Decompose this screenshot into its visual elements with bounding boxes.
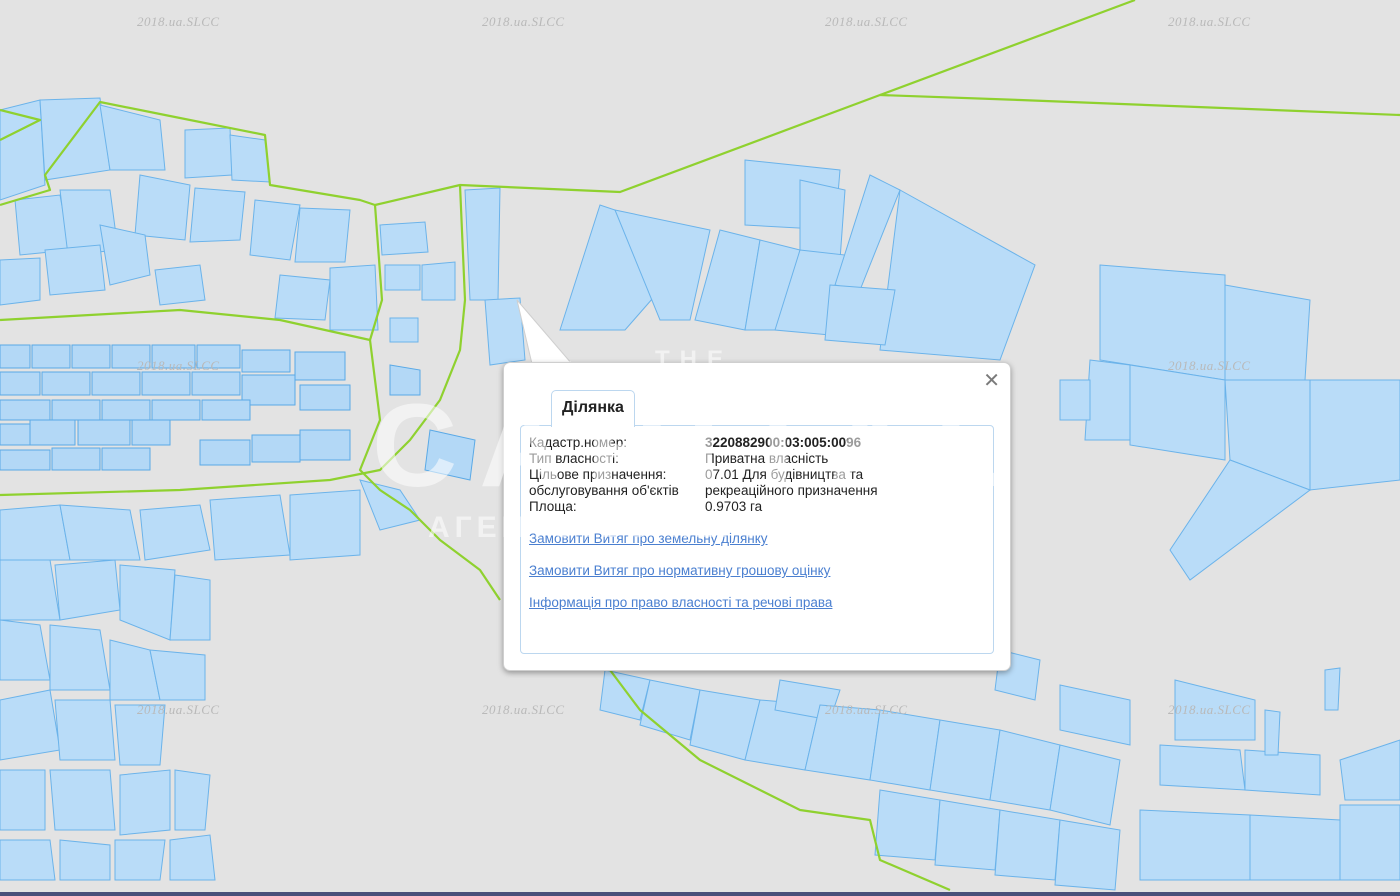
map-watermark: 2018.ua.SLCC bbox=[482, 702, 565, 717]
map-watermark: 2018.ua.SLCC bbox=[137, 14, 220, 29]
purpose-value: 07.01 Для будівництва та рекреаційного п… bbox=[705, 467, 878, 498]
map-watermark: 2018.ua.SLCC bbox=[825, 702, 908, 717]
map-watermark: 2018.ua.SLCC bbox=[825, 14, 908, 29]
map-watermark: 2018.ua.SLCC bbox=[1168, 358, 1251, 373]
map-watermark: 2018.ua.SLCC bbox=[1168, 702, 1251, 717]
ownership-type-value: Приватна власність bbox=[705, 451, 829, 466]
map-watermark: 2018.ua.SLCC bbox=[1168, 14, 1251, 29]
area-value: 0.9703 га bbox=[705, 499, 763, 514]
map-watermark: 2018.ua.SLCC bbox=[137, 702, 220, 717]
map-watermark: 2018.ua.SLCC bbox=[137, 358, 220, 373]
tab-parcel[interactable]: Ділянка bbox=[551, 390, 635, 427]
field-label: Цільове призначення: обслуговування об'є… bbox=[529, 467, 679, 498]
order-land-extract-link[interactable]: Замовити Витяг про земельну ділянку bbox=[529, 531, 768, 546]
parcel-details-panel: Кадастр.номер: 3220882900:03:005:0096 Ти… bbox=[520, 425, 994, 654]
map-watermark: 2018.ua.SLCC bbox=[482, 14, 565, 29]
parcel-info-popup: ✕ Ділянка Кадастр.номер: 3220882900:03:0… bbox=[503, 362, 1011, 671]
bottom-bar bbox=[0, 892, 1400, 896]
field-label: Площа: bbox=[529, 499, 577, 514]
order-valuation-extract-link[interactable]: Замовити Витяг про нормативну грошову оц… bbox=[529, 563, 830, 578]
cadastral-number-value: 3220882900:03:005:0096 bbox=[705, 435, 862, 450]
field-label: Кадастр.номер: bbox=[529, 435, 627, 450]
close-icon[interactable]: ✕ bbox=[983, 371, 1000, 391]
ownership-info-link[interactable]: Інформація про право власності та речові… bbox=[529, 595, 832, 610]
field-label: Тип власності: bbox=[529, 451, 619, 466]
